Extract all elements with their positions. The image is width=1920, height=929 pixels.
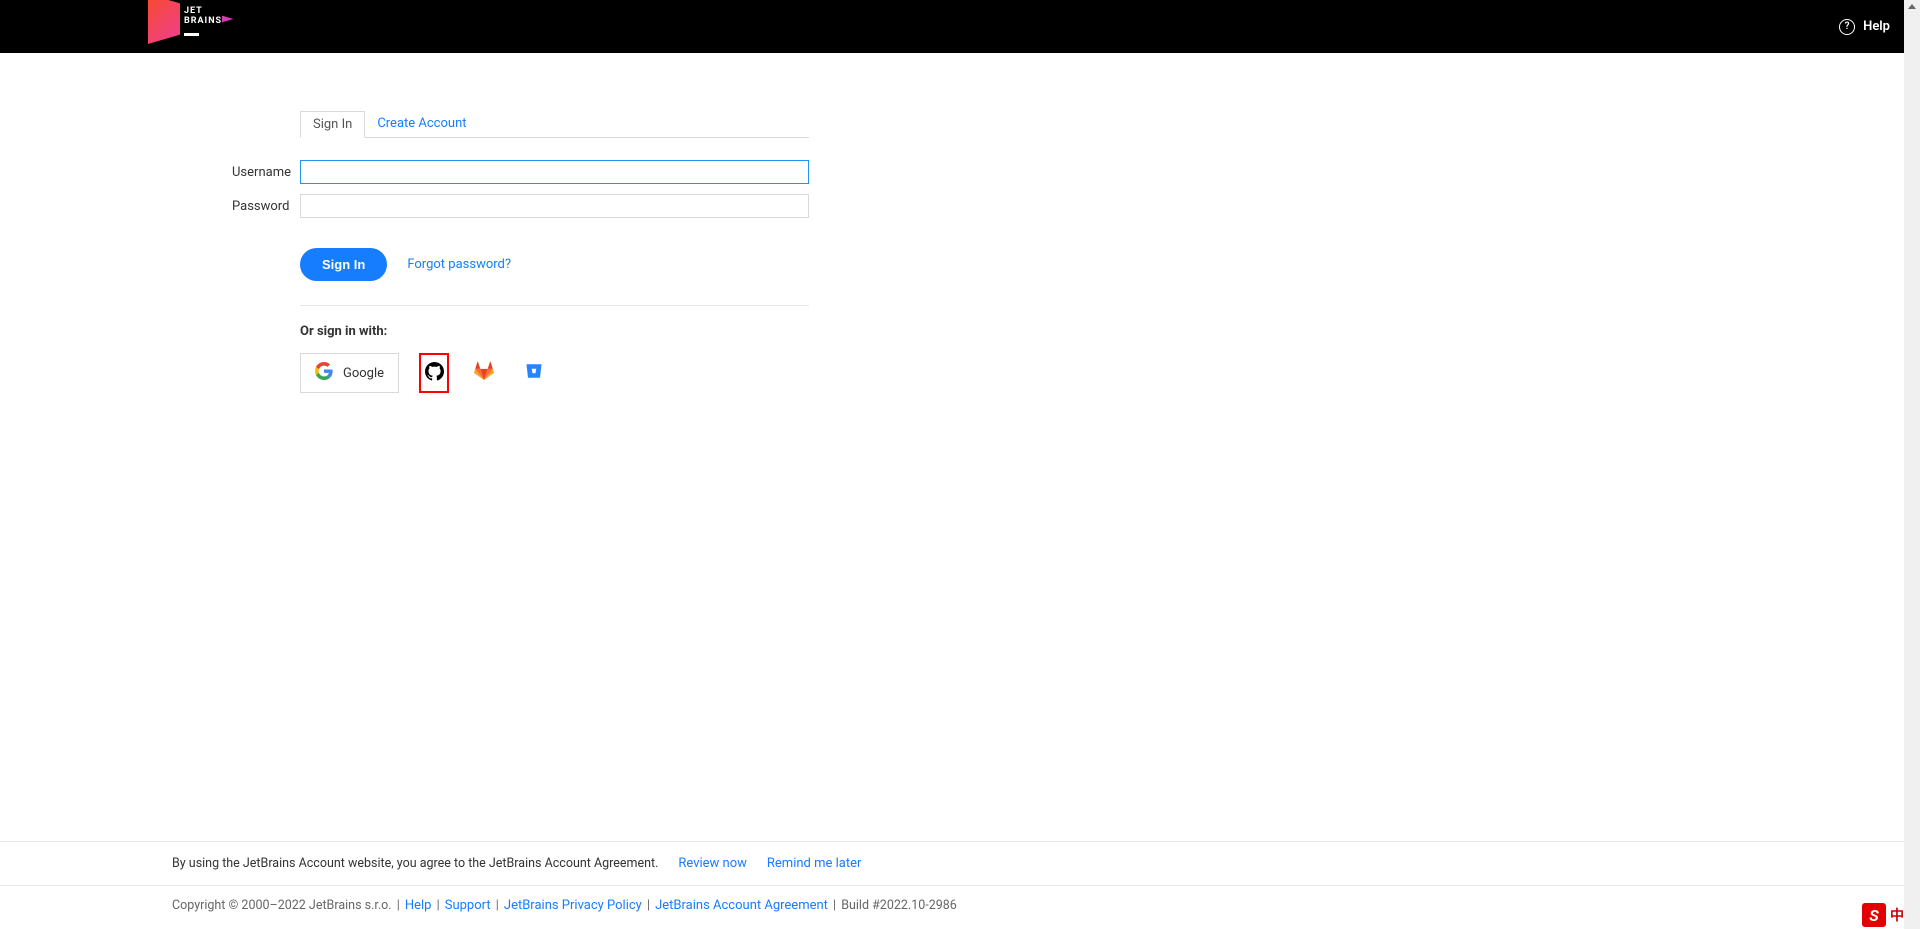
action-row: Sign In Forgot password? [300,248,809,281]
copyright-bar: Copyright © 2000–2022 JetBrains s.r.o. |… [0,885,1920,929]
gitlab-icon [474,361,494,385]
gitlab-signin-button[interactable] [469,358,499,388]
help-label: Help [1863,19,1890,34]
agreement-text: By using the JetBrains Account website, … [172,856,658,871]
signin-form: Username Password Sign In Forgot passwor… [232,160,809,393]
footer-privacy-link[interactable]: JetBrains Privacy Policy [504,898,642,913]
bitbucket-signin-button[interactable] [519,358,549,388]
google-label: Google [343,366,384,381]
tab-sign-in[interactable]: Sign In [300,111,365,138]
top-header: JET BRAINS ? Help [0,0,1920,53]
remind-later-link[interactable]: Remind me later [767,856,862,871]
logo-text: JET BRAINS [184,6,222,26]
agreement-bar: By using the JetBrains Account website, … [0,841,1920,885]
footer-support-link[interactable]: Support [445,898,491,913]
main-content: Sign In Create Account Username Password… [232,53,809,393]
sign-in-button-label: Sign In [322,257,365,272]
bitbucket-icon [525,362,543,384]
tab-sign-in-label: Sign In [313,117,352,132]
username-label: Username [232,165,300,180]
tab-create-account-label: Create Account [377,116,466,131]
footer-help-link[interactable]: Help [405,898,432,913]
forgot-password-link[interactable]: Forgot password? [407,257,511,272]
google-icon [315,362,333,384]
sign-in-button[interactable]: Sign In [300,248,387,281]
footer: By using the JetBrains Account website, … [0,841,1920,929]
password-label: Password [232,199,300,214]
github-signin-button[interactable] [419,353,449,393]
scroll-up-arrow-icon[interactable] [1908,4,1916,9]
build-label: Build #2022.10-2986 [841,898,957,913]
ime-indicator[interactable]: S 中 [1862,903,1904,927]
password-row: Password [232,194,809,218]
help-button[interactable]: ? Help [1839,19,1890,35]
review-now-link[interactable]: Review now [678,856,747,871]
auth-tabs: Sign In Create Account [300,111,809,138]
social-signin-label: Or sign in with: [300,324,809,339]
divider [300,305,809,306]
ime-sogou-icon: S [1862,903,1886,927]
copyright-text: Copyright © 2000–2022 JetBrains s.r.o. [172,898,392,913]
question-circle-icon: ? [1839,19,1855,35]
ime-lang-label: 中 [1890,905,1904,925]
google-signin-button[interactable]: Google [300,353,399,393]
vertical-scrollbar[interactable] [1904,0,1920,929]
logo-underline [184,33,199,36]
tab-create-account[interactable]: Create Account [365,111,478,137]
footer-agreement-link[interactable]: JetBrains Account Agreement [655,898,828,913]
username-input[interactable] [300,160,809,184]
social-row: Google [300,353,809,393]
github-icon [425,362,444,385]
username-row: Username [232,160,809,184]
logo[interactable]: JET BRAINS [0,0,256,53]
password-input[interactable] [300,194,809,218]
